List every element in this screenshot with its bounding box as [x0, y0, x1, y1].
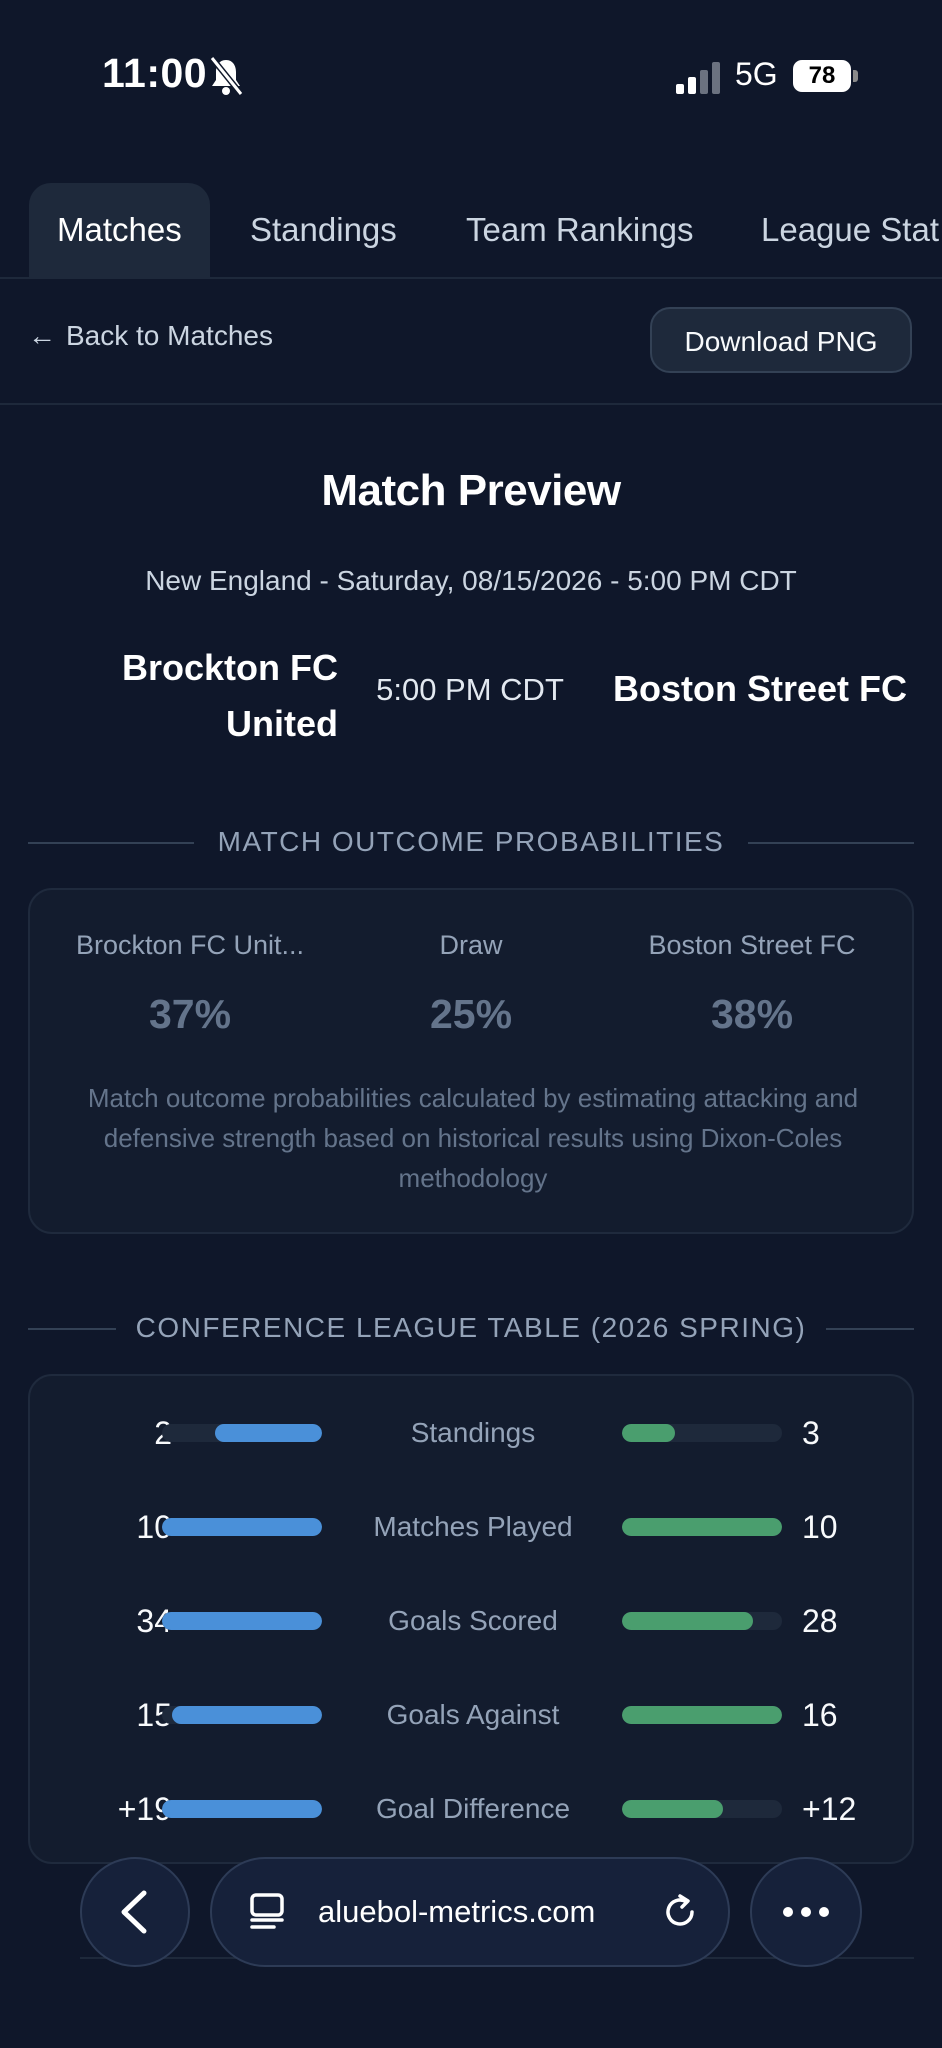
home-stat-value: 10 [136, 1509, 172, 1545]
stat-label: Goals Against [386, 1699, 560, 1730]
network-type: 5G [735, 56, 778, 92]
tabs-icon [250, 1893, 284, 1929]
page-title: Match Preview [321, 466, 621, 515]
home-stat-bar [162, 1518, 322, 1536]
draw-prob-value: 25% [429, 991, 513, 1037]
away-probability: Boston Street FC 38% [612, 930, 892, 1038]
home-stat-value: 34 [136, 1603, 172, 1639]
away-stat-value: 10 [802, 1509, 838, 1545]
draw-probability: Draw 25% [331, 930, 611, 1038]
battery-level: 78 [808, 62, 836, 89]
reload-icon[interactable] [660, 1892, 700, 1932]
home-stat-value: 15 [136, 1697, 172, 1733]
browser-back-button[interactable] [80, 1857, 190, 1967]
away-stat-bar [622, 1800, 782, 1818]
stat-label: Goal Difference [375, 1793, 571, 1824]
probabilities-heading-label: MATCH OUTCOME PROBABILITIES [217, 826, 725, 857]
probabilities-card: Brockton FC Unit... 37% Draw 25% Boston … [28, 888, 914, 1234]
away-stat-value: 16 [802, 1697, 838, 1733]
away-stat-value: +12 [802, 1791, 857, 1827]
browser-more-button[interactable] [750, 1857, 862, 1967]
home-prob-label: Brockton FC Unit... [75, 930, 305, 960]
home-team-name: Brockton FC United [122, 647, 338, 744]
home-stat-value: +19 [117, 1791, 172, 1827]
signal-icon [676, 62, 720, 94]
away-stat-value: 28 [802, 1603, 838, 1639]
browser-address-bar[interactable]: aluebol-metrics.com [210, 1857, 730, 1967]
url-text: aluebol-metrics.com [318, 1894, 596, 1929]
stat-label: Matches Played [373, 1511, 573, 1542]
tab-matches[interactable]: Matches [29, 183, 210, 277]
home-probability: Brockton FC Unit... 37% [50, 930, 330, 1038]
away-stat-bar [622, 1424, 782, 1442]
tab-team-rankings[interactable]: Team Rankings [466, 183, 693, 277]
home-stat-bar [162, 1706, 322, 1724]
away-prob-label: Boston Street FC [648, 930, 856, 960]
chevron-left-icon [121, 1890, 147, 1934]
league-table-heading-label: CONFERENCE LEAGUE TABLE (2026 SPRING) [135, 1312, 807, 1343]
home-stat-bar [162, 1612, 322, 1630]
league-table-card: 2 Standings 3 10 Matches Played 10 34 Go… [28, 1374, 914, 1864]
match-subtitle: New England - Saturday, 08/15/2026 - 5:0… [145, 565, 797, 596]
table-row: 10 Matches Played 10 [30, 1507, 916, 1547]
away-stat-bar [622, 1612, 782, 1630]
tab-standings[interactable]: Standings [250, 183, 397, 277]
home-stat-bar [162, 1800, 322, 1818]
table-row: +19 Goal Difference +12 [30, 1789, 916, 1829]
nav-tabs: Matches Standings Team Rankings League S… [0, 183, 942, 279]
home-prob-value: 37% [148, 991, 232, 1037]
back-to-matches-link[interactable]: ← Back to Matches [28, 320, 273, 352]
kickoff-time: 5:00 PM CDT [376, 672, 564, 707]
back-label: Back to Matches [66, 320, 273, 351]
bell-muted-icon [209, 56, 244, 96]
away-stat-bar [622, 1518, 782, 1536]
more-dots-icon [783, 1907, 829, 1917]
home-stat-bar [162, 1424, 322, 1442]
probabilities-note: Match outcome probabilities calculated b… [87, 1083, 859, 1193]
away-prob-value: 38% [710, 991, 794, 1037]
battery-icon: 78 [793, 60, 859, 94]
table-row: 2 Standings 3 [30, 1413, 916, 1453]
draw-prob-label: Draw [439, 930, 503, 960]
table-row: 15 Goals Against 16 [30, 1695, 916, 1735]
tab-league-stats[interactable]: League Stat [761, 183, 939, 277]
away-stat-bar [622, 1706, 782, 1724]
arrow-left-icon: ← [28, 320, 56, 351]
home-stat-value: 2 [60, 1413, 172, 1453]
divider [0, 403, 942, 405]
status-time: 11:00 [102, 50, 208, 96]
league-table-heading: CONFERENCE LEAGUE TABLE (2026 SPRING) [0, 1308, 942, 1348]
stat-label: Goals Scored [388, 1605, 558, 1636]
away-stat-value: 3 [802, 1415, 820, 1451]
stat-label: Standings [410, 1417, 536, 1448]
probabilities-heading: MATCH OUTCOME PROBABILITIES [0, 822, 942, 862]
table-row: 34 Goals Scored 28 [30, 1601, 916, 1641]
download-png-button[interactable]: Download PNG [650, 307, 912, 373]
away-team-name: Boston Street FC [612, 668, 907, 709]
